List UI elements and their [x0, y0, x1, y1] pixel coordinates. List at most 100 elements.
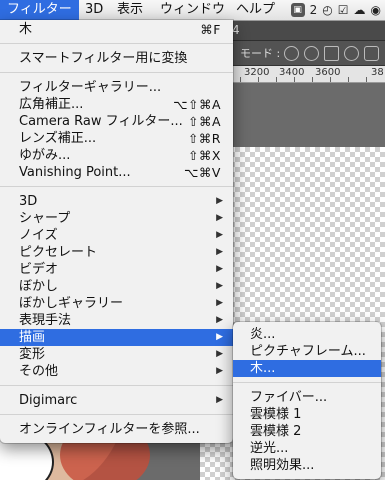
- shortcut-label: ⌘F: [200, 22, 221, 37]
- submenu-arrow-icon: ▶: [216, 332, 223, 342]
- menu-filter[interactable]: フィルター: [0, 0, 79, 20]
- menu-item-label: 広角補正...: [19, 97, 84, 112]
- menu-item-stylize[interactable]: 表現手法 ▶: [0, 312, 233, 329]
- menu-item-label: ゆがみ...: [19, 148, 71, 163]
- menu-view[interactable]: 表示: [110, 0, 150, 20]
- shortcut-label: ⌥⇧⌘A: [173, 97, 221, 112]
- menu-item-adaptive-wide-angle[interactable]: 広角補正... ⌥⇧⌘A: [0, 96, 233, 113]
- menu-item-label: その他: [19, 364, 59, 379]
- menu-item-label: 逆光...: [250, 441, 289, 456]
- menu-item-label: 木...: [250, 361, 276, 376]
- menu-item-lens-correction[interactable]: レンズ補正... ⇧⌘R: [0, 130, 233, 147]
- menu-help[interactable]: ヘルプ: [229, 0, 282, 20]
- menu-item-label: 照明効果...: [250, 458, 315, 473]
- menu-item-sharpen[interactable]: シャープ ▶: [0, 210, 233, 227]
- target-icon[interactable]: [304, 46, 319, 61]
- menu-item-render[interactable]: 描画 ▶: [0, 329, 233, 346]
- menu-item-filter-gallery[interactable]: フィルターギャラリー...: [0, 79, 233, 96]
- menu-item-liquify[interactable]: ゆがみ... ⇧⌘X: [0, 147, 233, 164]
- status-tray: ▣ 2 ◴ ☑ ☁ ◉: [290, 2, 381, 18]
- menu-item-label: ピクセレート: [19, 245, 98, 260]
- menu-item-label: ぼかし: [19, 279, 59, 294]
- submenu-arrow-icon: ▶: [216, 264, 223, 274]
- check-icon[interactable]: ☑: [338, 2, 349, 18]
- menu-item-video[interactable]: ビデオ ▶: [0, 261, 233, 278]
- menu-item-label: 描画: [19, 330, 46, 345]
- menu-item-other[interactable]: その他 ▶: [0, 363, 233, 380]
- app-icon[interactable]: ▣: [290, 3, 305, 17]
- menu-item-distort[interactable]: 変形 ▶: [0, 346, 233, 363]
- render-submenu: 炎... ピクチャフレーム... 木... ファイバー... 雲模様 1 雲模様…: [233, 322, 381, 479]
- menu-item-blur-gallery[interactable]: ぼかしギャラリー ▶: [0, 295, 233, 312]
- ruler-label: 3200: [244, 67, 270, 78]
- menu-item-label: オンラインフィルターを参照...: [19, 422, 200, 437]
- submenu-arrow-icon: ▶: [216, 298, 223, 308]
- menu-item-last-filter[interactable]: 木 ⌘F: [0, 21, 233, 38]
- shortcut-label: ⇧⌘X: [187, 148, 221, 163]
- menu-item-digimarc[interactable]: Digimarc ▶: [0, 392, 233, 409]
- menu-item-label: 表現手法: [19, 313, 72, 328]
- ruler-label: 38: [371, 67, 384, 78]
- slide-icon[interactable]: [364, 46, 379, 61]
- shortcut-label: ⇧⌘A: [187, 114, 221, 129]
- menu-item-label: ピクチャフレーム...: [250, 344, 366, 359]
- ruler-label: 3600: [315, 67, 341, 78]
- shortcut-label: ⌥⌘V: [184, 165, 221, 180]
- submenu-item-clouds[interactable]: 雲模様 1: [233, 406, 381, 423]
- submenu-arrow-icon: ▶: [216, 196, 223, 206]
- menu-item-pixelate[interactable]: ピクセレート ▶: [0, 244, 233, 261]
- menu-item-label: Vanishing Point...: [19, 165, 131, 180]
- submenu-item-difference-clouds[interactable]: 雲模様 2: [233, 423, 381, 440]
- menu-item-label: 木: [19, 22, 33, 37]
- submenu-item-lighting-effects[interactable]: 照明効果...: [233, 457, 381, 474]
- menu-item-label: ぼかしギャラリー: [19, 296, 124, 311]
- menu-item-blur[interactable]: ぼかし ▶: [0, 278, 233, 295]
- submenu-item-tree[interactable]: 木...: [233, 360, 381, 377]
- menu-item-label: 変形: [19, 347, 46, 362]
- clock-icon[interactable]: ◴: [322, 2, 332, 18]
- submenu-arrow-icon: ▶: [216, 395, 223, 405]
- submenu-item-picture-frame[interactable]: ピクチャフレーム...: [233, 343, 381, 360]
- mode-label: モード :: [240, 47, 281, 60]
- menu-item-label: フィルターギャラリー...: [19, 80, 162, 95]
- menu-item-browse-online-filters[interactable]: オンラインフィルターを参照...: [0, 421, 233, 438]
- menu-3d[interactable]: 3D: [78, 0, 110, 20]
- submenu-arrow-icon: ▶: [216, 281, 223, 291]
- badge-count: 2: [309, 3, 318, 17]
- separator: [0, 414, 233, 415]
- shortcut-label: ⇧⌘R: [187, 131, 221, 146]
- menu-item-vanishing-point[interactable]: Vanishing Point... ⌥⌘V: [0, 164, 233, 181]
- move-icon[interactable]: [344, 46, 359, 61]
- submenu-arrow-icon: ▶: [216, 366, 223, 376]
- menu-item-label: ノイズ: [19, 228, 58, 243]
- menu-item-label: ファイバー...: [250, 390, 328, 405]
- menu-item-3d[interactable]: 3D ▶: [0, 193, 233, 210]
- submenu-item-fibers[interactable]: ファイバー...: [233, 389, 381, 406]
- separator: [0, 72, 233, 73]
- submenu-arrow-icon: ▶: [216, 213, 223, 223]
- menu-item-convert-smart-filter[interactable]: スマートフィルター用に変換: [0, 50, 233, 67]
- submenu-arrow-icon: ▶: [216, 315, 223, 325]
- document-tab[interactable]: 4: [232, 21, 240, 40]
- menu-item-label: 炎...: [250, 327, 276, 342]
- menu-item-label: シャープ: [19, 211, 71, 226]
- submenu-item-flame[interactable]: 炎...: [233, 326, 381, 343]
- menu-window[interactable]: ウィンドウ: [153, 0, 232, 20]
- menu-item-label: 3D: [19, 194, 38, 209]
- menu-item-noise[interactable]: ノイズ ▶: [0, 227, 233, 244]
- separator: [0, 385, 233, 386]
- cube-icon[interactable]: [324, 46, 339, 61]
- menu-item-label: Digimarc: [19, 393, 78, 408]
- menu-item-camera-raw[interactable]: Camera Raw フィルター... ⇧⌘A: [0, 113, 233, 130]
- menu-item-label: Camera Raw フィルター...: [19, 114, 183, 129]
- menu-bar: フィルター 3D 表示 ウィンドウ ヘルプ ▣ 2 ◴ ☑ ☁ ◉: [0, 0, 385, 21]
- pressure-icon[interactable]: [284, 46, 299, 61]
- submenu-arrow-icon: ▶: [216, 247, 223, 257]
- menu-item-label: ビデオ: [19, 262, 59, 277]
- eye-icon[interactable]: ◉: [371, 2, 381, 18]
- menu-item-label: スマートフィルター用に変換: [19, 51, 188, 66]
- separator: [233, 382, 381, 383]
- submenu-arrow-icon: ▶: [216, 230, 223, 240]
- submenu-item-lens-flare[interactable]: 逆光...: [233, 440, 381, 457]
- creative-cloud-icon[interactable]: ☁: [354, 2, 366, 18]
